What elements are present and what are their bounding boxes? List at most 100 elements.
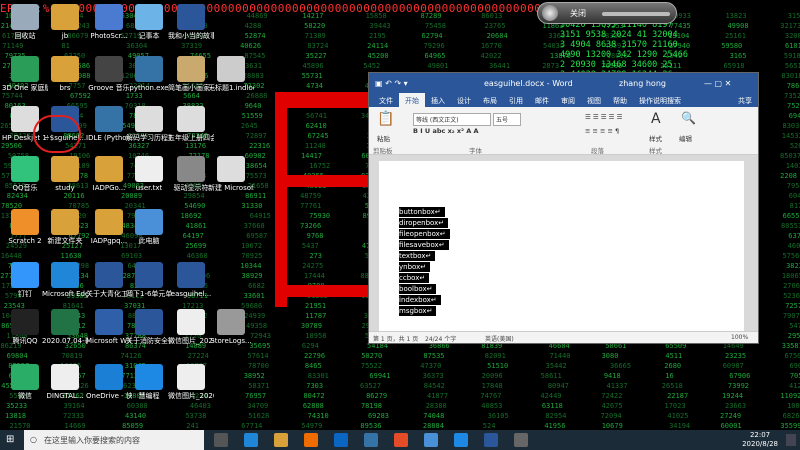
svg-text:72333: 72333: [63, 412, 84, 420]
document-line[interactable]: ynbox↵: [399, 262, 431, 272]
media-widget[interactable]: 关闭: [537, 2, 677, 24]
desktop-icon-label: 解码学习历程数据下面编...: [126, 134, 172, 142]
desktop-icon[interactable]: 此电脑: [126, 209, 172, 245]
ribbon-tab[interactable]: 布局: [477, 93, 503, 107]
svg-text:11248: 11248: [305, 142, 326, 150]
desktop-icon[interactable]: 四下1-6单元单词、句...: [126, 262, 172, 298]
desktop-icon[interactable]: DINGTAL...: [42, 364, 88, 400]
taskbar-app-icon[interactable]: [364, 433, 378, 447]
desktop-icon[interactable]: jb: [42, 4, 88, 40]
taskbar-app-icon[interactable]: [304, 433, 318, 447]
style-icon[interactable]: A: [651, 111, 661, 127]
document-line[interactable]: ccbox↵: [399, 273, 430, 283]
desktop-icon[interactable]: 新建文件夹: [42, 209, 88, 245]
paste-button[interactable]: 粘贴: [377, 133, 390, 143]
font-name-select[interactable]: 等线 (西文正文): [413, 113, 491, 126]
ribbon-tab[interactable]: 文件: [373, 93, 399, 107]
font-format-icons[interactable]: B I U abc x₂ x² A A: [413, 127, 479, 135]
taskbar-clock[interactable]: 22:07 2020/8/28: [742, 431, 778, 449]
taskbar-app-icon[interactable]: [424, 433, 438, 447]
document-line[interactable]: msgbox↵: [399, 306, 437, 316]
taskbar-app-icon[interactable]: [454, 433, 468, 447]
ribbon-tab[interactable]: 审阅: [555, 93, 581, 107]
svg-text:49801: 49801: [427, 62, 448, 70]
zoom-level[interactable]: 100%: [731, 334, 748, 341]
taskbar-app-icon[interactable]: [334, 433, 348, 447]
desktop-icon[interactable]: brs: [42, 56, 88, 92]
taskbar-app-icon[interactable]: [514, 433, 528, 447]
align-icons[interactable]: ≡ ≡ ≡ ≡ ¶: [585, 127, 619, 135]
notification-icon[interactable]: [786, 434, 796, 446]
desktop-icon[interactable]: 关于消防安全排查...: [126, 309, 172, 345]
svg-text:58371: 58371: [248, 382, 269, 390]
taskbar-app-icon[interactable]: [244, 433, 258, 447]
desktop-icon[interactable]: 慧编程: [126, 364, 172, 400]
ribbon-tab[interactable]: 插入: [425, 93, 451, 107]
font-size-select[interactable]: 五号: [493, 113, 521, 126]
document-line[interactable]: filesavebox↵: [399, 240, 449, 250]
edit-button[interactable]: 编辑: [679, 133, 692, 143]
widget-slider[interactable]: [602, 12, 670, 16]
desktop-icon[interactable]: StoreLogs...: [208, 309, 254, 345]
desktop-icon[interactable]: 解码学习历程数据下面编...: [126, 106, 172, 142]
desktop-icon[interactable]: 我和小当的故事.docx: [168, 4, 214, 40]
windows-start-icon[interactable]: ⊞: [6, 434, 14, 445]
svg-text:52874: 52874: [245, 32, 266, 40]
taskbar-search[interactable]: ○ 在这里输入你要搜索的内容: [24, 430, 204, 450]
desktop-icon[interactable]: 新建 Microsof...: [208, 156, 254, 192]
ribbon-tab[interactable]: 设计: [451, 93, 477, 107]
desktop-icon[interactable]: 2020.07.04-暑假日下...: [42, 309, 88, 345]
document-page[interactable]: buttonbox↵ diropenbox↵ fileopenbox↵ filesav…: [379, 161, 744, 333]
svg-text:69587: 69587: [246, 232, 267, 240]
svg-text:30789: 30789: [301, 322, 322, 330]
taskbar-app-icon[interactable]: [484, 433, 498, 447]
share-button[interactable]: 共享: [732, 93, 758, 107]
svg-text:10672: 10672: [241, 242, 262, 250]
document-area[interactable]: buttonbox↵ diropenbox↵ fileopenbox↵ filesav…: [369, 155, 758, 333]
svg-text:86279: 86279: [366, 392, 387, 400]
desktop: 1039245574530477031244869142171585887289…: [0, 0, 800, 430]
desktop-icon[interactable]: Microsoft Edge: [42, 262, 88, 298]
desktop-icon[interactable]: 微信图片_2020062...: [168, 364, 214, 400]
ribbon-tab[interactable]: 帮助: [607, 93, 633, 107]
ribbon-tab[interactable]: 开始: [399, 93, 425, 107]
desktop-icon[interactable]: 无标题1.indlock: [208, 56, 254, 92]
paragraph-icons[interactable]: ☰ ☰ ☰ ☰ ☰: [585, 113, 622, 121]
document-line[interactable]: diropenbox↵: [399, 218, 449, 228]
word-window[interactable]: ▣ ↶ ↷ ▾ easguihel.docx - Word zhang hong…: [368, 72, 759, 344]
taskbar-app-icon[interactable]: [214, 433, 228, 447]
svg-text:58220: 58220: [304, 22, 325, 30]
taskbar-app-icon[interactable]: [394, 433, 408, 447]
desktop-icon[interactable]: user.txt: [126, 156, 172, 192]
document-line[interactable]: buttonbox↵: [399, 207, 445, 217]
widget-knob-icon[interactable]: [542, 5, 558, 21]
app-icon: [51, 309, 79, 335]
save-icon[interactable]: ▣ ↶ ↷ ▾: [375, 79, 408, 88]
desktop-icon[interactable]: python.exe: [126, 56, 172, 92]
svg-text:38229: 38229: [786, 262, 800, 270]
svg-text:23235: 23235: [725, 352, 746, 360]
ribbon-tab[interactable]: 邮件: [529, 93, 555, 107]
svg-text:9418: 9418: [604, 372, 621, 380]
document-line[interactable]: indexbox↵: [399, 295, 441, 305]
desktop-icon[interactable]: study: [42, 156, 88, 192]
ribbon-tab[interactable]: 操作说明搜索: [633, 93, 687, 107]
desktop-icon[interactable]: easguihel...: [168, 262, 214, 298]
word-title-bar[interactable]: ▣ ↶ ↷ ▾ easguihel.docx - Word zhang hong…: [369, 73, 758, 93]
style-button[interactable]: 样式: [649, 133, 662, 143]
svg-text:6750: 6750: [785, 352, 800, 360]
ribbon-tab[interactable]: 视图: [581, 93, 607, 107]
desktop-icon[interactable]: 五年级上册四会单词和句子...: [168, 106, 214, 142]
document-line[interactable]: boolbox↵: [399, 284, 437, 294]
taskbar-app-icon[interactable]: [274, 433, 288, 447]
ribbon-tab[interactable]: 引用: [503, 93, 529, 107]
app-icon: [135, 106, 163, 132]
edit-icon[interactable]: 🔍: [681, 111, 696, 125]
document-line[interactable]: fileopenbox↵: [399, 229, 450, 239]
window-controls-icon[interactable]: — ▢ ✕: [704, 79, 731, 88]
document-line[interactable]: textbox↵: [399, 251, 436, 261]
svg-text:46058: 46058: [788, 242, 800, 250]
app-icon: [95, 56, 123, 82]
paste-icon[interactable]: 📋: [377, 111, 394, 127]
desktop-icon[interactable]: 记事本: [126, 4, 172, 40]
